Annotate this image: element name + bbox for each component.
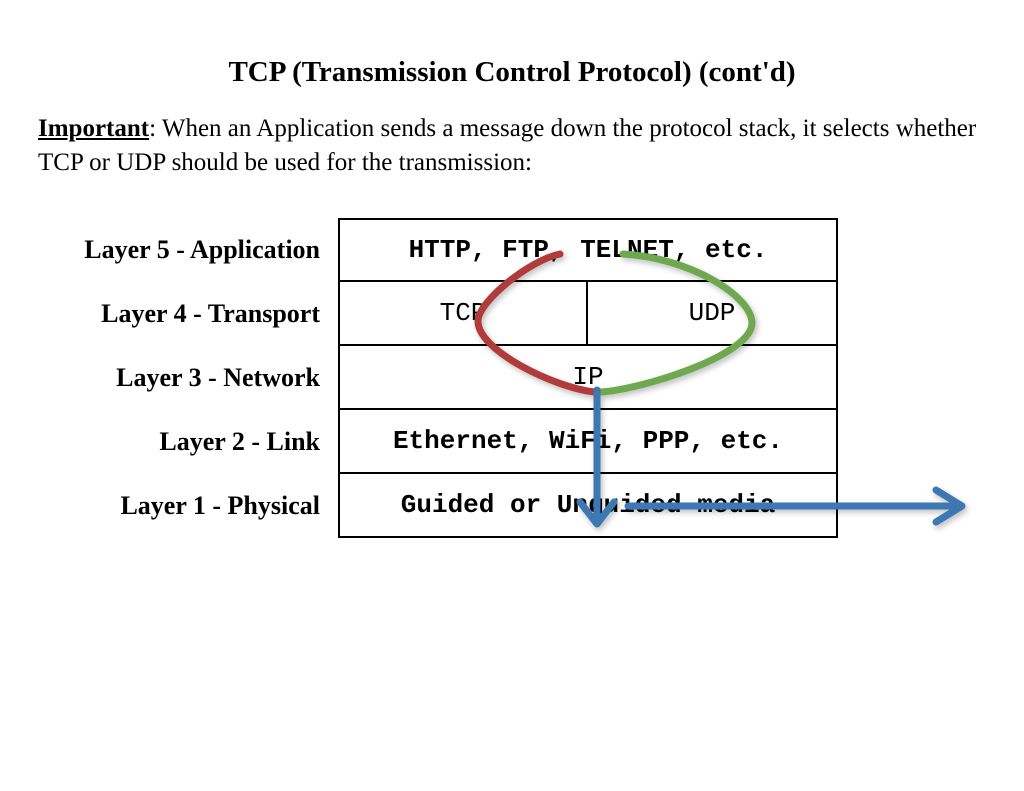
- layer5-cell: HTTP, FTP, TELNET, etc.: [338, 218, 838, 282]
- layer3-cell: IP: [338, 346, 838, 410]
- layer4-udp-cell: UDP: [588, 282, 838, 346]
- layer2-row: Layer 2 - Link Ethernet, WiFi, PPP, etc.: [38, 410, 986, 474]
- layer1-label: Layer 1 - Physical: [38, 474, 338, 538]
- layer1-cell: Guided or Unguided media: [338, 474, 838, 538]
- layer4-tcp-cell: TCP: [338, 282, 588, 346]
- layer3-row: Layer 3 - Network IP: [38, 346, 986, 410]
- layer4-label: Layer 4 - Transport: [38, 282, 338, 346]
- layer3-label: Layer 3 - Network: [38, 346, 338, 410]
- page-title: TCP (Transmission Control Protocol) (con…: [0, 56, 1024, 89]
- layer1-row: Layer 1 - Physical Guided or Unguided me…: [38, 474, 986, 538]
- layer5-row: Layer 5 - Application HTTP, FTP, TELNET,…: [38, 218, 986, 282]
- important-text: When an Application sends a message down…: [38, 115, 976, 176]
- important-note: Important: When an Application sends a m…: [38, 112, 986, 180]
- important-label: Important: [38, 115, 149, 142]
- layer2-cell: Ethernet, WiFi, PPP, etc.: [338, 410, 838, 474]
- layer4-row: Layer 4 - Transport TCP UDP: [38, 282, 986, 346]
- layer2-label: Layer 2 - Link: [38, 410, 338, 474]
- layer5-label: Layer 5 - Application: [38, 218, 338, 282]
- protocol-stack-diagram: Layer 5 - Application HTTP, FTP, TELNET,…: [38, 218, 986, 538]
